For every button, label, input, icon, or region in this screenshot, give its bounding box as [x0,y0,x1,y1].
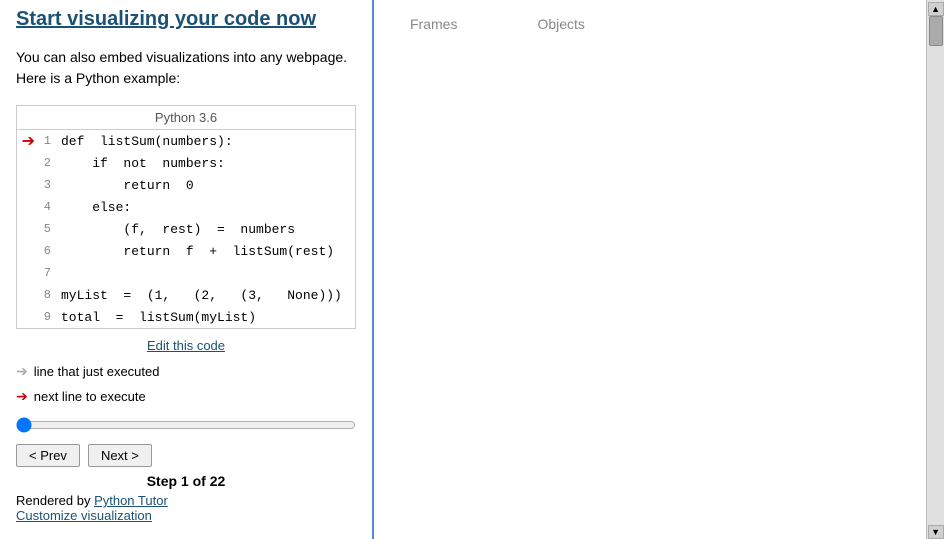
legend: ➔ line that just executed ➔ next line to… [16,359,356,409]
row-arrow [17,218,37,240]
scroll-down-button[interactable]: ▼ [928,525,944,539]
code-table: ➔1def listSum(numbers):2 if not numbers:… [17,130,355,328]
code-line: (f, rest) = numbers [57,218,355,240]
edit-code-link[interactable]: Edit this code [147,338,225,353]
right-panel: Frames Objects [374,0,926,539]
code-line [57,262,355,284]
frames-objects-header: Frames Objects [390,8,910,40]
edit-link-container: Edit this code [16,337,356,353]
line-number: 1 [37,130,57,152]
row-arrow: ➔ [17,130,37,152]
red-arrow-icon: ➔ [16,384,28,409]
embed-description: You can also embed visualizations into a… [16,47,356,89]
slider-container[interactable] [16,417,356,436]
table-row: 4 else: [17,196,355,218]
code-visualizer: Python 3.6 ➔1def listSum(numbers):2 if n… [16,105,356,329]
line-number: 6 [37,240,57,262]
line-number: 4 [37,196,57,218]
row-arrow [17,262,37,284]
row-arrow [17,174,37,196]
line-number: 9 [37,306,57,328]
table-row: 7 [17,262,355,284]
code-line: def listSum(numbers): [57,130,355,152]
prev-button[interactable]: < Prev [16,444,80,467]
code-line: else: [57,196,355,218]
page-title[interactable]: Start visualizing your code now [16,8,316,31]
code-line: return 0 [57,174,355,196]
scrollbar-thumb[interactable] [929,16,943,46]
table-row: 8myList = (1, (2, (3, None))) [17,284,355,306]
row-arrow [17,196,37,218]
objects-label: Objects [537,16,584,32]
gray-arrow-label: line that just executed [34,360,160,383]
python-tutor-link[interactable]: Python Tutor [94,493,168,508]
scroll-up-button[interactable]: ▲ [928,2,944,16]
code-line: total = listSum(myList) [57,306,355,328]
line-number: 3 [37,174,57,196]
line-number: 7 [37,262,57,284]
rendered-by: Rendered by Python Tutor [16,493,356,508]
code-line: myList = (1, (2, (3, None))) [57,284,355,306]
table-row: 6 return f + listSum(rest) [17,240,355,262]
nav-buttons: < Prev Next > [16,444,356,467]
red-arrow-legend: ➔ next line to execute [16,384,356,409]
code-line: if not numbers: [57,152,355,174]
step-info: Step 1 of 22 [16,473,356,489]
line-number: 8 [37,284,57,306]
frames-label: Frames [410,16,457,32]
customize-visualization-link[interactable]: Customize visualization [16,508,152,523]
code-line: return f + listSum(rest) [57,240,355,262]
line-number: 2 [37,152,57,174]
row-arrow [17,284,37,306]
language-label: Python 3.6 [17,106,355,130]
table-row: 3 return 0 [17,174,355,196]
scrollbar[interactable]: ▲ ▼ [926,0,944,539]
customize-link-container: Customize visualization [16,508,356,523]
table-row: 2 if not numbers: [17,152,355,174]
next-button[interactable]: Next > [88,444,152,467]
row-arrow [17,152,37,174]
table-row: 5 (f, rest) = numbers [17,218,355,240]
gray-arrow-icon: ➔ [16,359,28,384]
row-arrow [17,240,37,262]
red-arrow-label: next line to execute [34,385,146,408]
step-slider[interactable] [16,417,356,433]
row-arrow [17,306,37,328]
line-number: 5 [37,218,57,240]
gray-arrow-legend: ➔ line that just executed [16,359,356,384]
table-row: ➔1def listSum(numbers): [17,130,355,152]
table-row: 9total = listSum(myList) [17,306,355,328]
